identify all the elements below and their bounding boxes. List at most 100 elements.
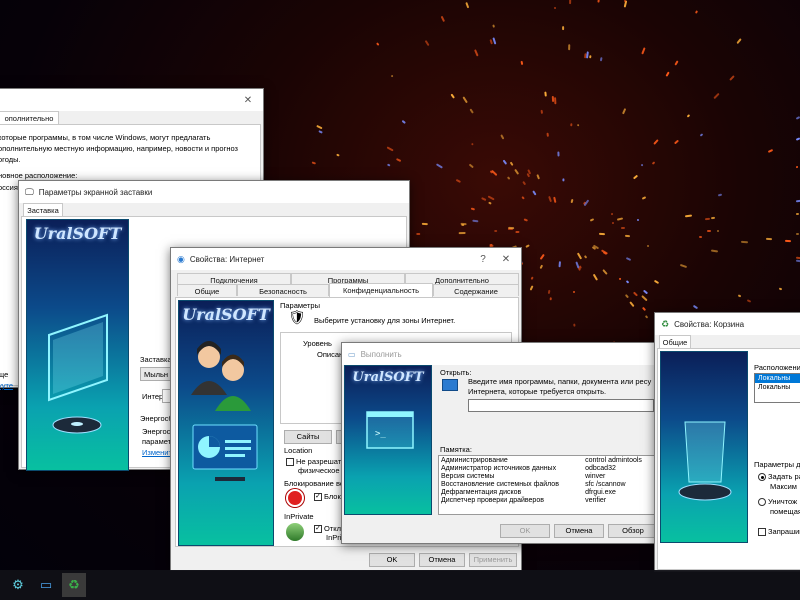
cancel-button[interactable]: Отмена: [419, 553, 465, 567]
uralsoft-banner: UralSOFT >_: [344, 365, 432, 515]
firework-spark: [746, 299, 752, 303]
tab-general[interactable]: Общие: [659, 335, 691, 349]
uralsoft-icon[interactable]: ⚙: [6, 573, 30, 597]
firework-spark: [641, 294, 648, 301]
firework-spark: [525, 244, 531, 248]
uralsoft-banner: UralSOFT: [26, 219, 129, 471]
title-bar[interactable]: ♻ Свойства: Корзина: [655, 313, 800, 335]
firework-spark: [568, 43, 571, 51]
firework-spark: [521, 180, 526, 186]
energy-settings-link[interactable]: Изменит: [142, 448, 172, 457]
firework-spark: [674, 60, 679, 66]
tab-general[interactable]: Общие: [177, 284, 237, 296]
window-title: Свойства: Интернет: [189, 254, 265, 264]
memo-label: Памятка:: [440, 445, 472, 454]
command-name: Диспетчер проверки драйверов: [441, 496, 544, 504]
globe-icon: ◉: [177, 253, 185, 264]
list-item[interactable]: Локальны: [755, 383, 800, 392]
title-bar[interactable]: ◉ Свойства: Интернет ? ✕: [171, 248, 521, 270]
firework-spark: [601, 268, 608, 275]
firework-spark: [645, 314, 649, 319]
radio-label: Уничтож: [768, 497, 798, 506]
firework-spark: [651, 161, 656, 165]
title-bar[interactable]: 🖵 Параметры экранной заставки: [19, 181, 409, 203]
firework-spark: [507, 226, 515, 230]
settings-link[interactable]: ууте: [0, 381, 13, 390]
commands-list[interactable]: Администрирование control admintools Админ…: [438, 455, 656, 515]
sites-button[interactable]: Сайты: [284, 430, 332, 444]
help-icon[interactable]: ?: [474, 254, 492, 265]
firework-spark: [492, 23, 496, 28]
firework-spark: [501, 158, 507, 165]
apply-button[interactable]: Применить: [469, 553, 517, 567]
table-row[interactable]: Восстановление системных файлов sfc /scan…: [439, 480, 655, 488]
firework-spark: [591, 246, 596, 251]
firework-spark: [387, 163, 391, 167]
list-item[interactable]: Локальны: [755, 374, 800, 383]
firework-spark: [554, 7, 557, 10]
tab-content[interactable]: Содержание: [433, 284, 519, 296]
close-icon[interactable]: ✕: [239, 95, 257, 106]
confirm-checkbox[interactable]: Запрашив: [758, 527, 800, 537]
firework-spark: [395, 158, 402, 163]
close-icon[interactable]: ✕: [497, 254, 515, 265]
firework-spark: [514, 169, 520, 175]
table-row[interactable]: Диспетчер проверки драйверов verifier: [439, 496, 655, 504]
table-row[interactable]: Администратор источников данных odbcad32: [439, 464, 655, 472]
firework-spark: [705, 218, 711, 221]
window-title: Параметры экранной заставки: [38, 187, 153, 197]
firework-spark: [458, 232, 466, 235]
location-checkbox[interactable]: Не разрешать: [286, 457, 345, 467]
tab-screensaver[interactable]: Заставка: [23, 203, 63, 217]
firework-spark: [540, 110, 544, 115]
commands-table: Администрирование control admintools Админ…: [439, 456, 655, 504]
run-icon[interactable]: ▭: [34, 573, 58, 597]
uralsoft-banner: [660, 351, 748, 543]
firework-spark: [462, 96, 469, 103]
firework-spark: [713, 92, 720, 99]
firework-spark: [375, 41, 380, 46]
open-input[interactable]: [468, 399, 654, 412]
ok-button[interactable]: OK: [500, 524, 550, 538]
table-row[interactable]: Дефрагментация дисков dfrgui.exe: [439, 488, 655, 496]
ok-button[interactable]: OK: [369, 553, 415, 567]
firework-spark: [778, 287, 783, 290]
tab-security[interactable]: Безопасность: [237, 284, 329, 296]
firework-spark: [441, 16, 446, 23]
title-bar[interactable]: ▭ Выполнить: [342, 343, 660, 365]
firework-spark: [562, 25, 565, 30]
command-value: odbcad32: [585, 464, 616, 472]
firework-spark: [468, 108, 474, 115]
title-bar[interactable]: ✕: [0, 89, 263, 111]
firework-spark: [673, 139, 679, 145]
firework-spark: [539, 254, 545, 261]
firework-spark: [626, 280, 630, 284]
table-row[interactable]: Администрирование control admintools: [439, 456, 655, 464]
tab-privacy[interactable]: Конфиденциальность: [329, 283, 433, 297]
firework-spark: [740, 241, 748, 244]
firework-spark: [450, 92, 455, 99]
size-radio[interactable]: Задать ра: [758, 472, 800, 482]
inprivate-checkbox[interactable]: ✓ Откл: [314, 524, 341, 534]
browse-button[interactable]: Обзор: [608, 524, 658, 538]
firework-spark: [611, 212, 615, 216]
firework-spark: [509, 161, 514, 167]
description-label: Описан: [317, 350, 344, 359]
location-value[interactable]: оссия: [0, 183, 18, 192]
firework-spark: [532, 190, 537, 197]
inprivate-icon: [286, 523, 304, 541]
drives-list[interactable]: Локальны Локальны: [754, 373, 800, 403]
location-label: новное расположение:: [0, 171, 78, 180]
firework-spark: [487, 201, 492, 205]
recycle-bin-icon[interactable]: ♻: [62, 573, 86, 597]
table-row[interactable]: Версия системы winver: [439, 472, 655, 480]
delete-radio[interactable]: Уничтож: [758, 497, 798, 507]
recycle-bin-icon: ♻: [661, 318, 670, 329]
firework-spark: [577, 123, 580, 127]
cancel-button[interactable]: Отмена: [554, 524, 604, 538]
firework-spark: [390, 74, 394, 78]
svg-text:>_: >_: [375, 429, 386, 439]
tab-advanced[interactable]: ополнительно: [0, 111, 59, 125]
firework-spark: [553, 197, 557, 204]
location-check-label-2: физическое м: [298, 466, 347, 475]
